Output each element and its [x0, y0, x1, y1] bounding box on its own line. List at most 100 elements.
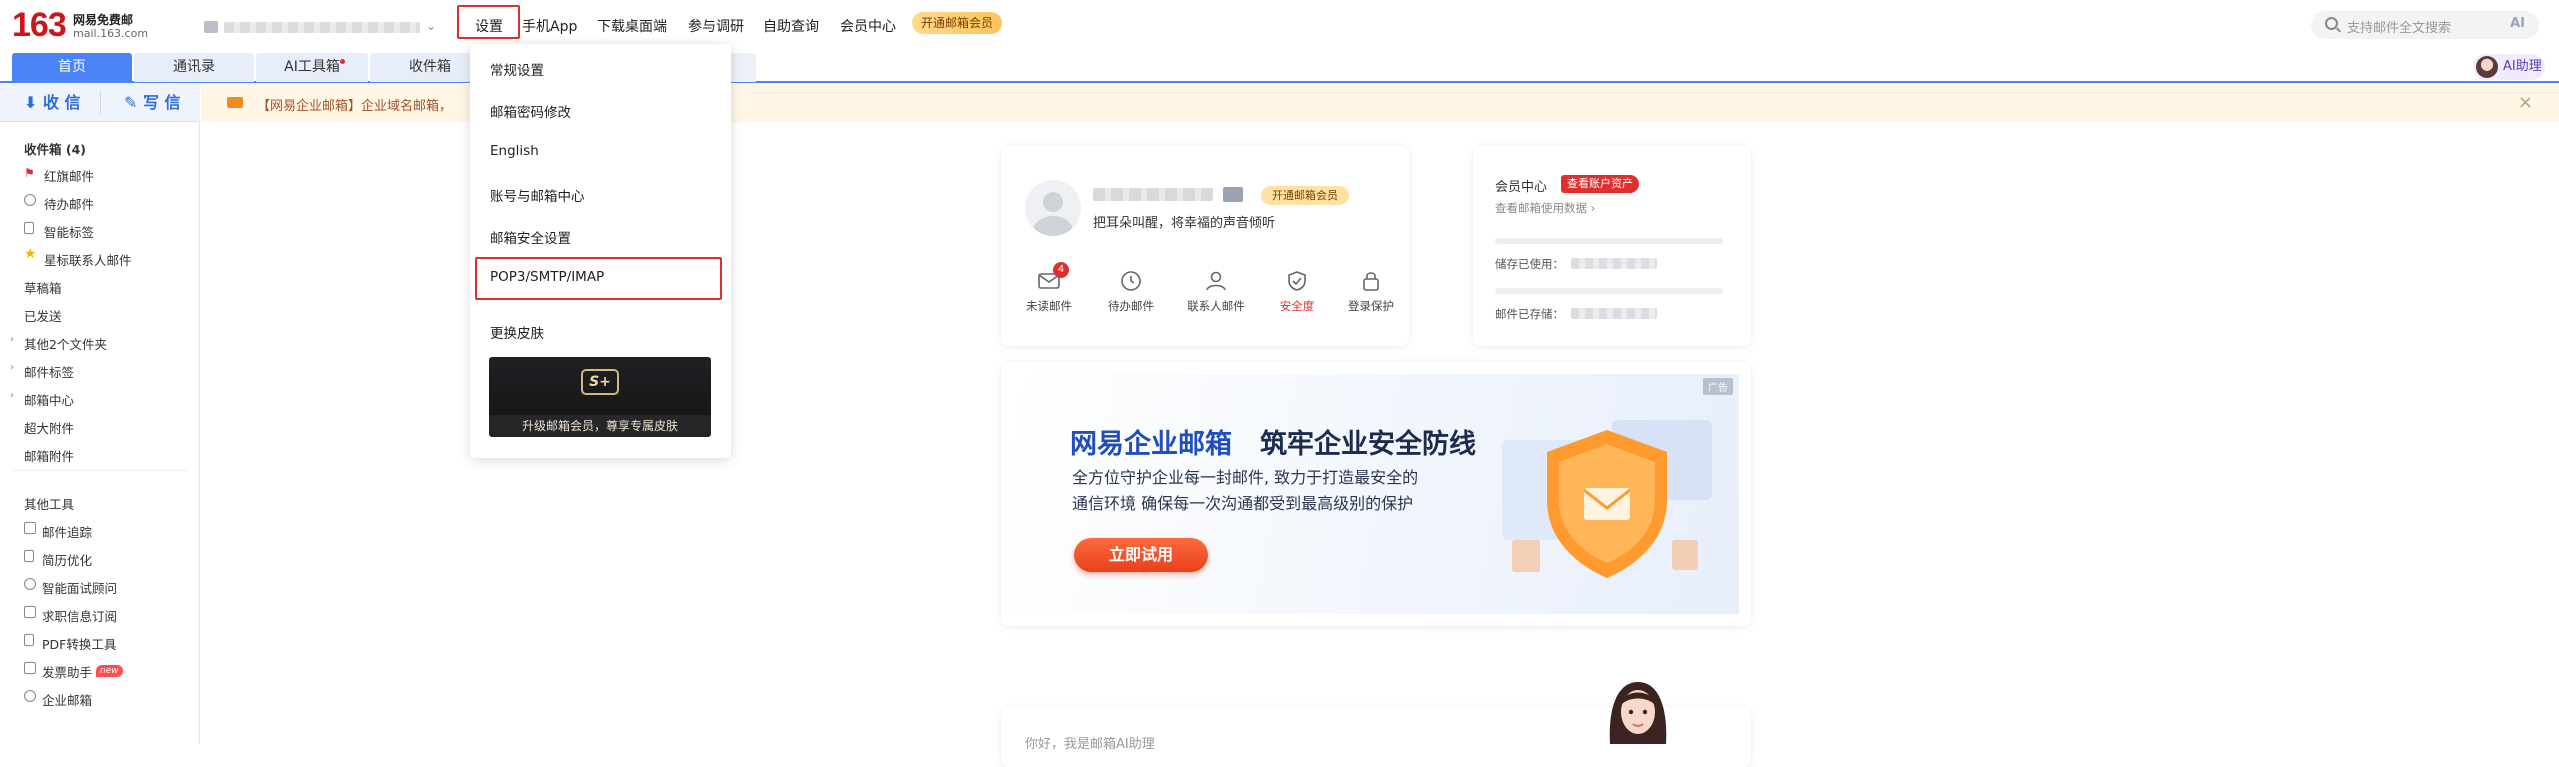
mail-stored-bar	[1495, 288, 1723, 294]
contact-icon	[1204, 270, 1228, 292]
menu-general-settings[interactable]: 常规设置	[490, 59, 544, 79]
tool-mail-tracking[interactable]: 邮件追踪	[42, 522, 92, 541]
unread-count: 4	[1053, 262, 1069, 278]
sidebar-item-drafts[interactable]: 草稿箱	[24, 278, 62, 297]
sidebar-item-inbox[interactable]: 收件箱 (4)	[24, 139, 86, 158]
sidebar-item-red-flag[interactable]: 红旗邮件	[44, 166, 94, 185]
ai-avatar	[2476, 56, 2498, 78]
banner-cta-button[interactable]: 立即试用	[1074, 538, 1208, 572]
chevron-down-icon: ⌄	[426, 19, 437, 33]
logo-number[interactable]: 163	[12, 6, 67, 45]
sidebar: ⬇ 收 信 ✎ 写 信 收件箱 (4) ⚑ 红旗邮件 待办邮件 智能标签 ★ 星…	[0, 84, 200, 744]
banner-desc-line1: 全方位守护企业每一封邮件, 致力于打造最安全的	[1072, 468, 1419, 487]
account-switcher[interactable]: ⌄	[204, 19, 437, 35]
quick-unread[interactable]: 4 未读邮件	[1009, 262, 1089, 314]
ad-banner[interactable]: 广告 网易企业邮箱 筑牢企业安全防线 全方位守护企业每一封邮件, 致力于打造最安…	[1012, 374, 1739, 614]
skin-promo[interactable]: S+ 升级邮箱会员，尊享专属皮肤	[489, 357, 711, 437]
chevron-right-icon[interactable]: ›	[10, 334, 14, 345]
quick-unread-label: 未读邮件	[1026, 299, 1072, 313]
member-title[interactable]: 会员中心	[1495, 176, 1547, 195]
sidebar-item-other-folders[interactable]: 其他2个文件夹	[24, 334, 107, 353]
envelope-icon: 4	[1037, 262, 1069, 292]
quick-todo[interactable]: 待办邮件	[1091, 270, 1171, 314]
receive-button[interactable]: ⬇ 收 信	[24, 84, 81, 122]
open-vip-button[interactable]: 开通邮箱会员	[912, 12, 1002, 34]
sidebar-item-todo[interactable]: 待办邮件	[44, 194, 94, 213]
tab-ai-toolbox-label: AI工具箱	[284, 59, 340, 75]
nav-mobile-app[interactable]: 手机App	[522, 16, 577, 36]
tool-invoice[interactable]: 发票助手 new	[42, 662, 123, 681]
inbox-tray-icon: ⬇	[24, 93, 38, 112]
menu-security-settings[interactable]: 邮箱安全设置	[490, 227, 571, 247]
chevron-right-icon[interactable]: ›	[10, 390, 14, 401]
sidebar-item-large-attachments[interactable]: 超大附件	[24, 418, 74, 437]
tab-ai-toolbox[interactable]: AI工具箱	[256, 53, 368, 82]
member-usage-link[interactable]: 查看邮箱使用数据 ›	[1495, 200, 1595, 216]
interview-icon	[24, 578, 36, 590]
menu-english[interactable]: English	[490, 143, 539, 159]
nav-desktop-client[interactable]: 下载桌面端	[597, 16, 667, 36]
search-box[interactable]: 支持邮件全文搜索 AI	[2311, 11, 2539, 39]
quick-security[interactable]: 安全度	[1257, 270, 1337, 314]
sidebar-item-mailbox-center[interactable]: 邮箱中心	[24, 390, 74, 409]
lock-icon	[1359, 270, 1383, 292]
tool-interview[interactable]: 智能面试顾问	[42, 578, 117, 597]
new-dot-icon	[340, 59, 345, 64]
compose-row: ⬇ 收 信 ✎ 写 信	[0, 84, 200, 122]
profile-motto: 把耳朵叫醒，将幸福的声音倾听	[1093, 216, 1276, 231]
quick-todo-label: 待办邮件	[1108, 299, 1154, 313]
sidebar-item-sent[interactable]: 已发送	[24, 306, 62, 325]
search-ai-button[interactable]: AI	[2510, 16, 2525, 31]
ai-assistant-button[interactable]: AI助理	[2473, 54, 2545, 80]
tag-icon	[24, 222, 34, 234]
nav-survey[interactable]: 参与调研	[688, 16, 744, 36]
close-icon[interactable]: ×	[2518, 92, 2533, 113]
menu-password-change[interactable]: 邮箱密码修改	[490, 101, 571, 121]
search-input[interactable]: 支持邮件全文搜索	[2347, 17, 2451, 36]
menu-change-skin[interactable]: 更换皮肤	[490, 322, 544, 342]
menu-pop3-smtp-imap[interactable]: POP3/SMTP/IMAP	[490, 269, 604, 285]
sidebar-item-smart-tags[interactable]: 智能标签	[44, 222, 94, 241]
tab-home[interactable]: 首页	[12, 53, 132, 82]
write-label: 写 信	[142, 93, 181, 112]
quick-login-protect[interactable]: 登录保护	[1331, 270, 1411, 314]
subscribe-icon	[24, 606, 36, 618]
storage-bar	[1495, 238, 1723, 244]
ad-tag[interactable]: 广告	[1703, 378, 1733, 395]
top-header: 163 网易免费邮 mail.163.com ⌄ 设置 手机App 下载桌面端 …	[0, 0, 2559, 52]
sidebar-item-mail-tags[interactable]: 邮件标签	[24, 362, 74, 381]
member-card: 会员中心 查看账户资产 查看邮箱使用数据 › 储存已使用： 邮件已存储：	[1473, 146, 1751, 346]
sidebar-item-starred[interactable]: 星标联系人邮件	[44, 250, 132, 269]
tool-job-subscribe[interactable]: 求职信息订阅	[42, 606, 117, 625]
open-vip-small-button[interactable]: 开通邮箱会员	[1261, 186, 1349, 205]
mail-stored-label: 邮件已存储：	[1495, 307, 1564, 321]
chevron-right-icon[interactable]: ›	[10, 362, 14, 373]
account-name-blurred	[224, 22, 420, 33]
tool-pdf[interactable]: PDF转换工具	[42, 634, 116, 653]
new-badge: new	[96, 665, 123, 677]
menu-account-center[interactable]: 账号与邮箱中心	[490, 185, 585, 205]
logo-domain: mail.163.com	[73, 27, 149, 40]
quick-login-protect-label: 登录保护	[1348, 299, 1394, 313]
skin-caption: 升级邮箱会员，尊享专属皮肤	[489, 415, 711, 437]
divider	[12, 470, 188, 471]
tool-enterprise-mail[interactable]: 企业邮箱	[42, 690, 92, 709]
sidebar-item-attachments[interactable]: 邮箱附件	[24, 446, 74, 465]
username-blurred	[1093, 188, 1213, 201]
ai-assistant-avatar-icon	[1609, 682, 1667, 744]
tools-heading: 其他工具	[24, 497, 75, 512]
receive-label: 收 信	[42, 93, 81, 112]
banner-title: 筑牢企业安全防线	[1260, 429, 1476, 460]
member-assets-tag[interactable]: 查看账户资产	[1561, 175, 1639, 193]
nav-settings[interactable]: 设置	[475, 16, 503, 36]
nav-self-service[interactable]: 自助查询	[763, 16, 819, 36]
avatar[interactable]	[1025, 180, 1081, 236]
tab-contacts[interactable]: 通讯录	[134, 53, 254, 82]
tool-resume[interactable]: 简历优化	[42, 550, 92, 569]
write-button[interactable]: ✎ 写 信	[124, 84, 181, 122]
quick-contacts[interactable]: 联系人邮件	[1176, 270, 1256, 314]
nav-member-center[interactable]: 会员中心	[840, 16, 896, 36]
tab-bar: 首页 通讯录 AI工具箱 收件箱 AI助理	[0, 52, 2559, 83]
resume-icon	[24, 550, 34, 562]
notice-text[interactable]: 【网易企业邮箱】企业域名邮箱，	[257, 95, 452, 114]
